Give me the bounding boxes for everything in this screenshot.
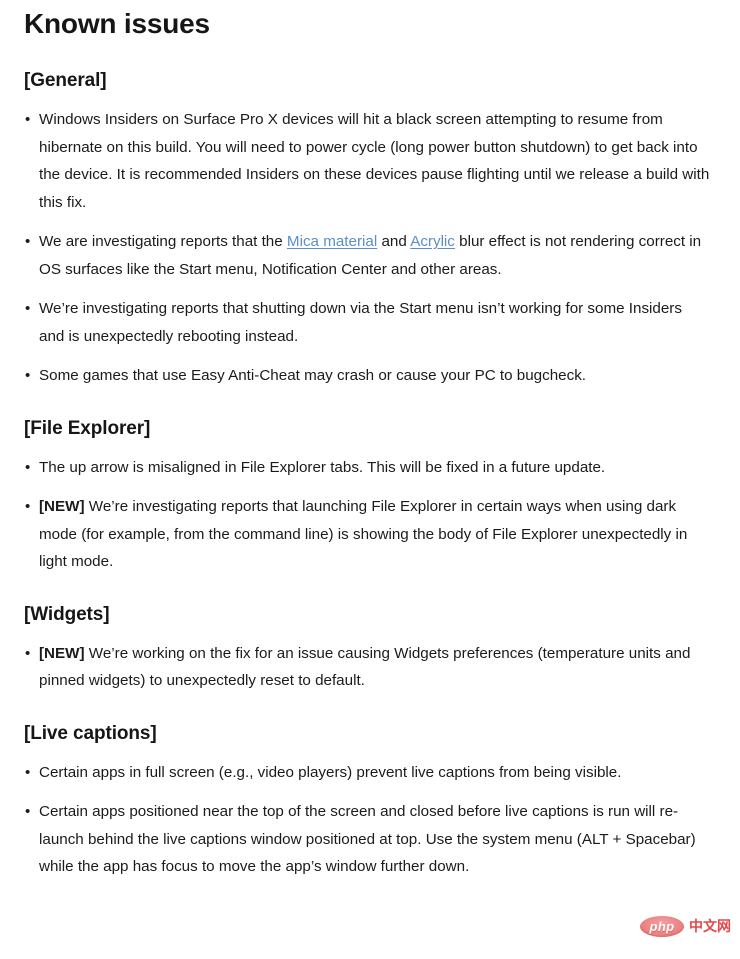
bullet-icon: • (25, 367, 31, 384)
bullet-icon: • (25, 300, 31, 317)
issue-list-file-explorer: • The up arrow is misaligned in File Exp… (24, 454, 716, 576)
list-item: • Certain apps positioned near the top o… (24, 798, 711, 881)
new-badge: [NEW] (39, 644, 85, 662)
issue-list-general: • Windows Insiders on Surface Pro X devi… (24, 106, 716, 390)
list-item-text: Certain apps positioned near the top of … (39, 803, 696, 875)
list-item: • [NEW] We’re investigating reports that… (24, 493, 711, 576)
bullet-icon: • (25, 803, 31, 820)
bullet-icon: • (25, 498, 31, 515)
link-mica-material[interactable]: Mica material (287, 233, 377, 250)
list-item-text: Some games that use Easy Anti-Cheat may … (39, 367, 587, 384)
list-item-text: We’re investigating reports that launchi… (39, 498, 688, 570)
list-item: • Certain apps in full screen (e.g., vid… (24, 759, 711, 787)
issue-list-live-captions: • Certain apps in full screen (e.g., vid… (24, 759, 716, 881)
issue-list-widgets: • [NEW] We’re working on the fix for an … (24, 640, 716, 695)
list-item: • We are investigating reports that the … (24, 228, 711, 283)
bullet-icon: • (25, 111, 31, 128)
list-item-text: We’re working on the fix for an issue ca… (39, 644, 691, 690)
bullet-icon: • (25, 644, 31, 662)
list-item-text: The up arrow is misaligned in File Explo… (39, 458, 606, 476)
section-heading-widgets: [Widgets] (24, 603, 110, 625)
watermark-site-label: 中文网 (689, 918, 731, 935)
section-heading-live-captions: [Live captions] (24, 722, 157, 744)
list-item-text: We’re investigating reports that shuttin… (39, 300, 682, 345)
page-title: Known issues (24, 8, 210, 39)
list-item: • Windows Insiders on Surface Pro X devi… (24, 106, 711, 216)
list-item: • The up arrow is misaligned in File Exp… (24, 454, 711, 482)
php-logo-text: php (649, 919, 675, 934)
bullet-icon: • (25, 763, 31, 781)
list-item-text: Windows Insiders on Surface Pro X device… (39, 111, 710, 211)
watermark: php 中文网 (640, 916, 731, 937)
bullet-icon: • (25, 233, 31, 250)
php-logo-icon: php (640, 916, 684, 937)
document-body: Known issues [General] • Windows Insider… (0, 6, 740, 881)
section-heading-file-explorer: [File Explorer] (24, 417, 151, 439)
list-item: • [NEW] We’re working on the fix for an … (24, 640, 711, 695)
list-item: • Some games that use Easy Anti-Cheat ma… (24, 362, 711, 390)
list-item-text: Certain apps in full screen (e.g., video… (39, 763, 622, 781)
section-heading-general: [General] (24, 70, 107, 91)
list-item-text-mid: and (377, 233, 411, 250)
list-item: • We’re investigating reports that shutt… (24, 295, 711, 350)
link-acrylic[interactable]: Acrylic (410, 233, 455, 250)
list-item-text-prefix: We are investigating reports that the (39, 233, 287, 250)
new-badge: [NEW] (39, 498, 85, 515)
bullet-icon: • (25, 458, 31, 476)
